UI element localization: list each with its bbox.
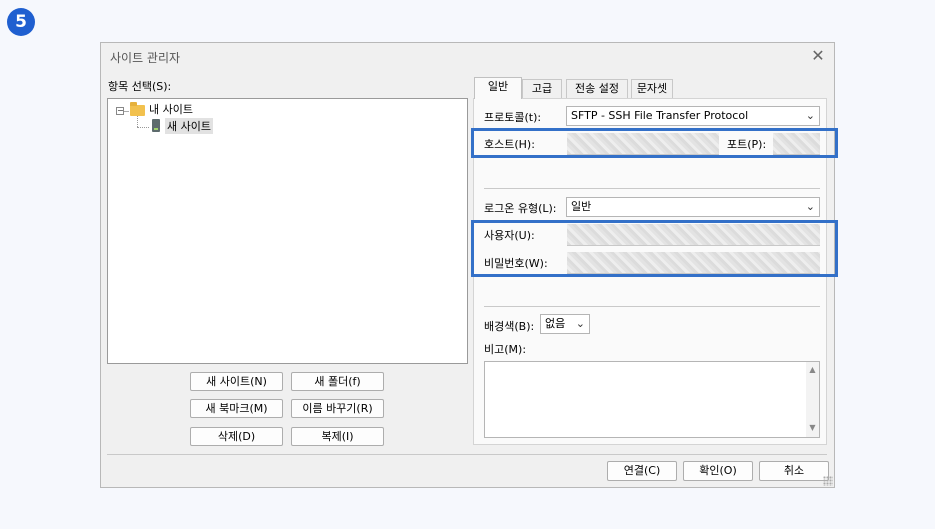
tree-item-new-site[interactable]: 새 사이트 (165, 118, 213, 134)
entries-label: 항목 선택(S): (108, 80, 172, 93)
step-badge: 5 (7, 8, 35, 36)
tab-advanced[interactable]: 고급 (522, 79, 562, 98)
comments-textarea[interactable]: ▲ ▼ (484, 361, 820, 438)
separator (484, 188, 820, 189)
tree-connector (137, 127, 149, 129)
delete-button[interactable]: 삭제(D) (190, 427, 283, 446)
bg-color-label: 배경색(B): (484, 320, 535, 333)
rename-button[interactable]: 이름 바꾸기(R) (291, 399, 384, 418)
chevron-down-icon: ⌄ (805, 109, 815, 122)
new-folder-button[interactable]: 새 폴더(f) (291, 372, 384, 391)
duplicate-button[interactable]: 복제(I) (291, 427, 384, 446)
tree-connector (124, 111, 129, 112)
resize-grip-icon[interactable] (823, 476, 833, 486)
tab-charset[interactable]: 문자셋 (631, 79, 673, 98)
site-tree[interactable]: − 내 사이트 새 사이트 (107, 98, 468, 364)
tab-transfer-settings[interactable]: 전송 설정 (566, 79, 628, 98)
host-label: 호스트(H): (484, 138, 535, 151)
scroll-down-icon[interactable]: ▼ (807, 423, 818, 432)
scroll-up-icon[interactable]: ▲ (807, 365, 818, 374)
user-input[interactable] (567, 224, 820, 246)
host-input[interactable] (567, 133, 719, 155)
separator (484, 306, 820, 307)
site-manager-dialog: 사이트 관리자 ✕ 항목 선택(S): − 내 사이트 새 사이트 새 사이트(… (100, 42, 838, 488)
logon-type-value: 일반 (571, 200, 592, 213)
port-input[interactable] (773, 133, 820, 155)
folder-icon (130, 102, 145, 116)
logon-type-select[interactable]: 일반 ⌄ (566, 197, 820, 217)
tab-general[interactable]: 일반 (474, 77, 522, 99)
footer-separator (107, 454, 827, 455)
close-icon[interactable]: ✕ (809, 46, 827, 66)
logon-type-label: 로그온 유형(L): (484, 202, 557, 215)
new-site-button[interactable]: 새 사이트(N) (190, 372, 283, 391)
connect-button[interactable]: 연결(C) (607, 461, 677, 481)
tree-item-my-sites[interactable]: 내 사이트 (149, 101, 193, 117)
tree-expander-icon[interactable]: − (116, 107, 124, 115)
user-label: 사용자(U): (484, 229, 535, 242)
tree-connector (137, 116, 139, 127)
dialog-title: 사이트 관리자 (110, 51, 181, 65)
comments-label: 비고(M): (484, 343, 527, 356)
bg-color-value: 없음 (545, 317, 566, 330)
protocol-label: 프로토콜(t): (484, 111, 542, 124)
password-input[interactable] (567, 252, 820, 274)
new-bookmark-button[interactable]: 새 북마크(M) (190, 399, 283, 418)
protocol-value: SFTP - SSH File Transfer Protocol (571, 109, 749, 122)
protocol-select[interactable]: SFTP - SSH File Transfer Protocol ⌄ (566, 106, 820, 126)
comments-scrollbar[interactable]: ▲ ▼ (806, 362, 819, 437)
port-label: 포트(P): (727, 138, 767, 151)
ok-button[interactable]: 확인(O) (683, 461, 753, 481)
bg-color-select[interactable]: 없음 ⌄ (540, 314, 590, 334)
chevron-down-icon: ⌄ (805, 200, 815, 213)
password-label: 비밀번호(W): (484, 257, 548, 270)
cancel-button[interactable]: 취소 (759, 461, 829, 481)
server-icon (152, 119, 160, 132)
chevron-down-icon: ⌄ (575, 317, 585, 330)
